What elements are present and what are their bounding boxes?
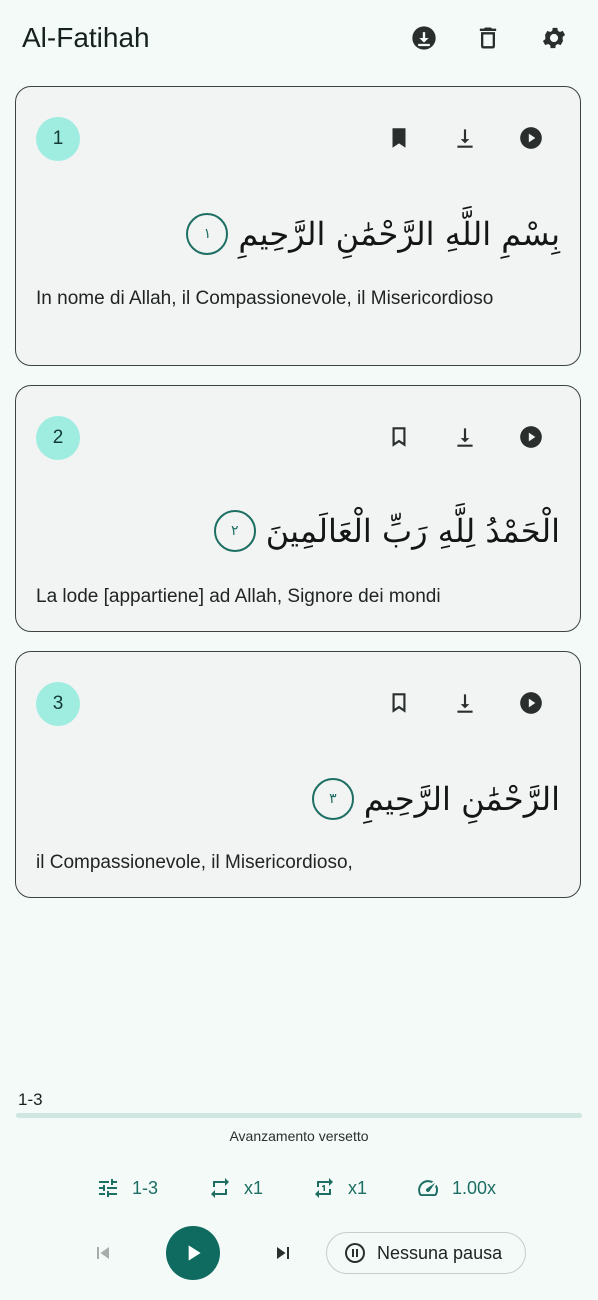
arabic-verse: بِسْمِ اللَّهِ الرَّحْمَٰنِ الرَّحِيمِ xyxy=(238,215,560,253)
verse-number-badge: 3 xyxy=(36,682,80,726)
progress-caption: Avanzamento versetto xyxy=(229,1128,369,1144)
arabic-text: الرَّحْمَٰنِ الرَّحِيمِ ٣ xyxy=(311,778,560,820)
range-control[interactable]: 1-3 xyxy=(96,1172,158,1204)
verse-end-marker: ١ xyxy=(186,213,229,255)
download-all-icon[interactable] xyxy=(408,22,440,54)
pause-circle-icon xyxy=(345,1243,365,1263)
download-icon[interactable] xyxy=(448,420,482,454)
page-title: Al-Fatihah xyxy=(22,22,150,53)
range-label: 1-3 xyxy=(18,1090,43,1109)
verse-progress-bar[interactable] xyxy=(16,1113,582,1118)
bookmark-outline-icon[interactable] xyxy=(382,420,416,454)
repeat-range-label: x1 xyxy=(348,1177,368,1198)
settings-icon[interactable] xyxy=(538,22,570,54)
verse-card-1: 1 بِسْمِ اللَّهِ الرَّحْمَٰنِ الرَّحِيمِ… xyxy=(15,86,581,366)
arabic-verse: الرَّحْمَٰنِ الرَّحِيمِ xyxy=(363,780,560,818)
previous-button[interactable] xyxy=(86,1236,120,1270)
verse-number-badge: 2 xyxy=(36,416,80,460)
verse-number-badge: 1 xyxy=(36,117,80,161)
tune-icon xyxy=(99,1179,117,1197)
translation-text: In nome di Allah, il Compassionevole, il… xyxy=(36,288,494,309)
arabic-text: بِسْمِ اللَّهِ الرَّحْمَٰنِ الرَّحِيمِ ١ xyxy=(186,213,560,255)
translation-text: il Compassionevole, il Misericordioso, xyxy=(36,852,353,873)
arabic-text: الْحَمْدُ لِلَّهِ رَبِّ الْعَالَمِينَ ٢ xyxy=(213,510,560,552)
repeat-one-icon xyxy=(315,1178,333,1198)
speed-label: 1.00x xyxy=(452,1177,497,1198)
range-control-label: 1-3 xyxy=(132,1177,159,1198)
bookmark-outline-icon[interactable] xyxy=(382,686,416,720)
verse-end-marker: ٣ xyxy=(311,778,354,820)
repeat-icon xyxy=(211,1178,229,1198)
play-circle-icon[interactable] xyxy=(514,121,548,155)
app-bar: Al-Fatihah xyxy=(0,0,598,80)
play-circle-icon[interactable] xyxy=(514,420,548,454)
bookmark-filled-icon[interactable] xyxy=(382,121,416,155)
speed-control[interactable]: 1.00x xyxy=(416,1172,496,1204)
pause-setting-label: Nessuna pausa xyxy=(377,1242,503,1263)
translation-text: La lode [appartiene] ad Allah, Signore d… xyxy=(36,586,441,607)
repeat-verse-label: x1 xyxy=(244,1177,264,1198)
verse-end-marker: ٢ xyxy=(213,510,256,552)
skip-previous-icon xyxy=(97,1247,109,1259)
play-button[interactable] xyxy=(166,1226,220,1280)
skip-next-icon xyxy=(277,1247,289,1259)
repeat-verse-control[interactable]: x1 xyxy=(208,1172,263,1204)
play-circle-icon[interactable] xyxy=(514,686,548,720)
arabic-verse: الْحَمْدُ لِلَّهِ رَبِّ الْعَالَمِينَ xyxy=(265,512,560,550)
verse-card-2: 2 الْحَمْدُ لِلَّهِ رَبِّ الْعَالَمِينَ … xyxy=(15,385,581,632)
delete-icon[interactable] xyxy=(472,22,504,54)
verse-card-3: 3 الرَّحْمَٰنِ الرَّحِيمِ ٣ il Compassio… xyxy=(15,651,581,898)
speed-icon xyxy=(418,1180,438,1196)
next-button[interactable] xyxy=(266,1236,300,1270)
download-icon[interactable] xyxy=(448,121,482,155)
pause-setting-chip[interactable]: Nessuna pausa xyxy=(326,1232,526,1274)
repeat-range-control[interactable]: x1 xyxy=(312,1172,367,1204)
play-icon xyxy=(188,1245,201,1261)
download-icon[interactable] xyxy=(448,686,482,720)
